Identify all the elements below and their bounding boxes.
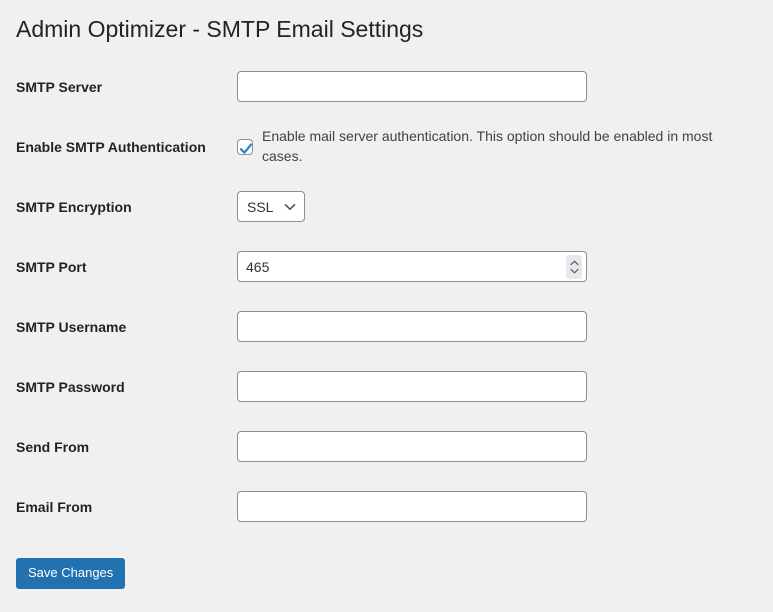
page-title: Admin Optimizer - SMTP Email Settings: [16, 0, 753, 45]
chevron-up-icon: [570, 260, 579, 266]
form-row-email-from: Email From: [16, 477, 753, 537]
send-from-label: Send From: [16, 438, 237, 456]
smtp-auth-label: Enable SMTP Authentication: [16, 138, 237, 156]
number-stepper[interactable]: [566, 255, 582, 279]
email-from-input[interactable]: [237, 491, 587, 522]
form-row-smtp-server: SMTP Server: [16, 57, 753, 117]
form-row-smtp-username: SMTP Username: [16, 297, 753, 357]
form-row-smtp-port: SMTP Port: [16, 237, 753, 297]
submit-row: Save Changes: [16, 558, 753, 589]
smtp-encryption-select[interactable]: SSL: [237, 191, 305, 222]
settings-page: Admin Optimizer - SMTP Email Settings SM…: [0, 0, 773, 589]
smtp-server-input[interactable]: [237, 71, 587, 102]
chevron-down-icon: [284, 203, 296, 211]
email-from-label: Email From: [16, 498, 237, 516]
form-row-smtp-encryption: SMTP Encryption SSL: [16, 177, 753, 237]
smtp-settings-form: SMTP Server Enable SMTP Authentication E…: [16, 57, 753, 537]
save-changes-button[interactable]: Save Changes: [16, 558, 125, 589]
smtp-username-input[interactable]: [237, 311, 587, 342]
smtp-encryption-label: SMTP Encryption: [16, 198, 237, 216]
smtp-password-label: SMTP Password: [16, 378, 237, 396]
smtp-username-label: SMTP Username: [16, 318, 237, 336]
smtp-encryption-selected-value: SSL: [247, 199, 273, 215]
form-row-smtp-auth: Enable SMTP Authentication Enable mail s…: [16, 117, 753, 177]
send-from-input[interactable]: [237, 431, 587, 462]
form-row-send-from: Send From: [16, 417, 753, 477]
form-row-smtp-password: SMTP Password: [16, 357, 753, 417]
smtp-auth-description: Enable mail server authentication. This …: [262, 127, 753, 166]
smtp-port-input[interactable]: [237, 251, 587, 282]
smtp-server-label: SMTP Server: [16, 78, 237, 96]
chevron-down-icon: [570, 268, 579, 274]
smtp-auth-checkbox[interactable]: [237, 139, 253, 155]
smtp-password-input[interactable]: [237, 371, 587, 402]
smtp-port-label: SMTP Port: [16, 258, 237, 276]
